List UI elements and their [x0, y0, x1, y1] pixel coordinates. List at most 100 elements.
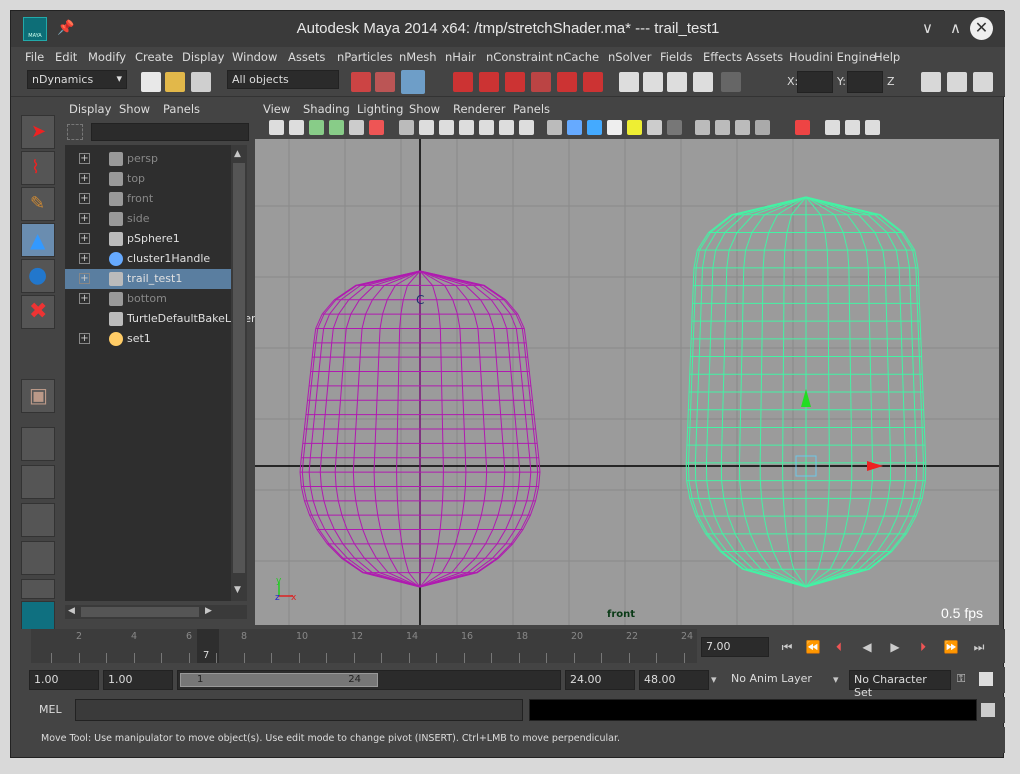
resolution-gate-icon[interactable]: [439, 120, 454, 135]
left-wireframe-object[interactable]: [299, 270, 541, 588]
isolate-select-icon[interactable]: [795, 120, 810, 135]
snap-grid-icon[interactable]: [453, 72, 473, 92]
viewport-menu-panels[interactable]: Panels: [513, 102, 550, 116]
viewport-menu-view[interactable]: View: [263, 102, 290, 116]
menu-edit[interactable]: Edit: [55, 50, 77, 64]
3d-viewport[interactable]: Cyz x front 0.5 fps: [232, 134, 999, 625]
bookmark-icon[interactable]: [309, 120, 324, 135]
shadows-icon[interactable]: [647, 120, 662, 135]
hscroll-thumb[interactable]: [81, 607, 199, 617]
step-back-frame-icon[interactable]: ⏴: [829, 637, 849, 657]
hypershade-icon[interactable]: [693, 72, 713, 92]
expand-icon[interactable]: +: [79, 193, 90, 204]
film-gate-icon[interactable]: [419, 120, 434, 135]
save-scene-icon[interactable]: [191, 72, 211, 92]
menu-help[interactable]: Help: [874, 50, 900, 64]
four-pane-layout-icon[interactable]: [21, 465, 55, 499]
mel-label[interactable]: MEL: [39, 703, 62, 716]
tool-settings-icon[interactable]: [947, 72, 967, 92]
menu-nparticles[interactable]: nParticles: [337, 50, 393, 64]
snap-point-icon[interactable]: [505, 72, 525, 92]
scroll-up-icon[interactable]: ▲: [234, 149, 241, 159]
outliner-vertical-scrollbar[interactable]: ▲ ▼: [231, 145, 247, 601]
menu-assets[interactable]: Assets: [288, 50, 325, 64]
viewport-scene[interactable]: Cyz x: [232, 134, 999, 625]
input-line-icon[interactable]: [721, 72, 741, 92]
safe-action-icon[interactable]: [499, 120, 514, 135]
scroll-right-icon[interactable]: ▶: [205, 606, 212, 616]
outliner-item[interactable]: + set1: [65, 329, 231, 349]
single-pane-layout-icon[interactable]: [21, 427, 55, 461]
xray-icon[interactable]: [825, 120, 840, 135]
snap-plane-icon[interactable]: [531, 72, 551, 92]
step-back-key-icon[interactable]: ⏪: [803, 637, 823, 657]
outliner-item[interactable]: + bottom: [65, 289, 231, 309]
outliner-item[interactable]: + top: [65, 169, 231, 189]
animation-end-field[interactable]: 48.00: [639, 670, 709, 690]
outliner-horizontal-scrollbar[interactable]: ◀ ▶: [65, 605, 247, 619]
play-forwards-icon[interactable]: ▶: [885, 637, 905, 657]
menu-ncache[interactable]: nCache: [556, 50, 599, 64]
field-chart-icon[interactable]: [479, 120, 494, 135]
select-object-icon[interactable]: [375, 72, 395, 92]
outliner-layout-icon[interactable]: [21, 503, 55, 537]
xray-components-icon[interactable]: [865, 120, 880, 135]
go-to-start-icon[interactable]: ⏮: [777, 637, 797, 657]
paint-select-tool-icon[interactable]: ✎: [21, 187, 55, 221]
depth-of-field-icon[interactable]: [735, 120, 750, 135]
outliner-menu-show[interactable]: Show: [119, 102, 150, 116]
character-set-dropdown[interactable]: No Character Set: [849, 670, 951, 699]
outliner-menu-display[interactable]: Display: [69, 102, 111, 116]
outliner-item[interactable]: + side: [65, 209, 231, 229]
menu-nsolver[interactable]: nSolver: [608, 50, 651, 64]
viewport-menu-lighting[interactable]: Lighting: [357, 102, 403, 116]
outliner-item[interactable]: + cluster1Handle: [65, 249, 231, 269]
channel-box-icon[interactable]: [973, 72, 993, 92]
textured-icon[interactable]: [607, 120, 622, 135]
outliner-item[interactable]: + trail_test1: [65, 269, 231, 289]
y-field[interactable]: [847, 71, 883, 93]
expand-icon[interactable]: +: [79, 173, 90, 184]
render-frame-icon[interactable]: [619, 72, 639, 92]
outliner-item[interactable]: + pSphere1: [65, 229, 231, 249]
menu-modify[interactable]: Modify: [88, 50, 126, 64]
menu-create[interactable]: Create: [135, 50, 173, 64]
menu-nmesh[interactable]: nMesh: [399, 50, 437, 64]
playback-start-field[interactable]: 1.00: [103, 670, 173, 690]
filter-icon[interactable]: [67, 124, 83, 140]
image-plane-icon[interactable]: [329, 120, 344, 135]
menu-file[interactable]: File: [25, 50, 44, 64]
graph-layout-icon[interactable]: [21, 541, 55, 575]
time-slider-track[interactable]: 7 2 4 6 8 10 12 14 16 18 20 22 24: [31, 629, 697, 663]
motion-blur-icon[interactable]: [695, 120, 710, 135]
xray-joints-icon[interactable]: [845, 120, 860, 135]
range-handle[interactable]: 1 24: [180, 673, 378, 687]
lasso-tool-icon[interactable]: ⌇: [21, 151, 55, 185]
menu-houdini-engine[interactable]: Houdini Engine: [789, 50, 876, 64]
last-tool-icon[interactable]: ▣: [21, 379, 55, 413]
play-backwards-icon[interactable]: ◀: [857, 637, 877, 657]
2d-pan-zoom-icon[interactable]: [349, 120, 364, 135]
menu-window[interactable]: Window: [232, 50, 277, 64]
outliner-menu-panels[interactable]: Panels: [163, 102, 200, 116]
viewport-menu-show[interactable]: Show: [409, 102, 440, 116]
hypershade-layout-icon[interactable]: [21, 579, 55, 599]
expand-icon[interactable]: +: [79, 153, 90, 164]
animation-start-field[interactable]: 1.00: [29, 670, 99, 690]
range-bar[interactable]: 1 24: [177, 670, 561, 690]
anti-alias-icon[interactable]: [715, 120, 730, 135]
magnet-icon[interactable]: [583, 72, 603, 92]
expand-icon[interactable]: +: [79, 253, 90, 264]
gate-mask-icon[interactable]: [459, 120, 474, 135]
snap-curve-icon[interactable]: [479, 72, 499, 92]
scroll-thumb[interactable]: [233, 163, 245, 573]
selection-mask-dropdown[interactable]: All objects: [227, 70, 339, 89]
menu-display[interactable]: Display: [182, 50, 224, 64]
smooth-shade-icon[interactable]: [567, 120, 582, 135]
ambient-occlusion-icon[interactable]: [667, 120, 682, 135]
snap-live-icon[interactable]: [557, 72, 577, 92]
attribute-editor-icon[interactable]: [921, 72, 941, 92]
expand-icon[interactable]: +: [79, 333, 90, 344]
camera-tool-icon[interactable]: [755, 120, 770, 135]
select-hierarchy-icon[interactable]: [351, 72, 371, 92]
